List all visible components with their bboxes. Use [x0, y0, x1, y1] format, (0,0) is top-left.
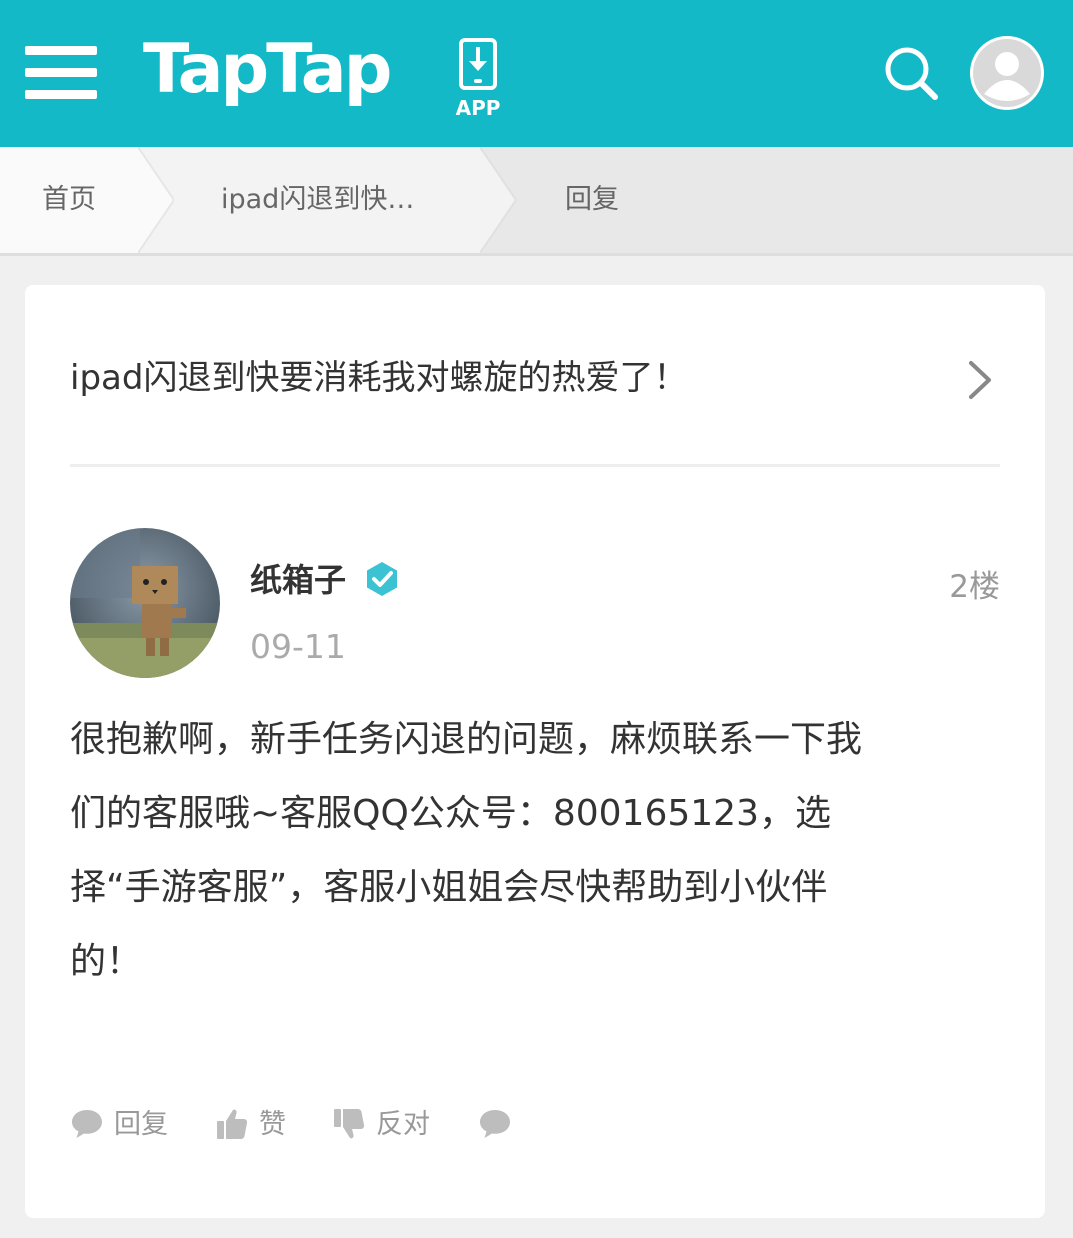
top-bar: TapTap APP: [0, 0, 1073, 147]
avatar-image: [70, 528, 220, 678]
comment-icon: [72, 1110, 102, 1138]
thumbs-up-icon: [217, 1109, 248, 1139]
dislike-label: 反对: [376, 1109, 430, 1140]
content-line: 很抱歉啊，新手任务闪退的问题，麻烦联系一下我: [70, 719, 863, 760]
content-line: 的！: [70, 941, 143, 982]
breadcrumb-separator: [480, 147, 516, 253]
like-button[interactable]: 赞: [215, 1095, 295, 1155]
phone-download-icon: [459, 38, 497, 90]
poster-username[interactable]: 纸箱子: [250, 555, 346, 601]
reply-button[interactable]: 回复: [70, 1095, 180, 1155]
breadcrumb: 回复 ipad闪退到快… 首页: [0, 147, 1073, 256]
divider: [70, 464, 1000, 467]
post-date: 09-11: [250, 627, 346, 666]
breadcrumb-home-label: 首页: [42, 184, 96, 215]
verified-badge-icon: [367, 562, 397, 596]
breadcrumb-separator: [138, 147, 174, 253]
app-label: APP: [455, 96, 501, 120]
content-line: 们的客服哦~客服QQ公众号：800165123，选: [70, 793, 831, 834]
taptap-logo[interactable]: TapTap: [143, 26, 392, 114]
breadcrumb-thread[interactable]: ipad闪退到快…: [138, 147, 480, 253]
breadcrumb-thread-label: ipad闪退到快…: [221, 184, 415, 215]
content-line: 择“手游客服”，客服小姐姐会尽快帮助到小伙伴: [70, 867, 828, 908]
breadcrumb-current: 回复: [480, 147, 1073, 253]
chevron-right-icon[interactable]: [967, 360, 993, 400]
app-download-button[interactable]: APP: [452, 38, 504, 122]
reply-card: ipad闪退到快要消耗我对螺旋的热爱了！ 纸箱子 2楼 09-11 很抱歉啊，新…: [25, 285, 1045, 1218]
poster-avatar[interactable]: [70, 528, 220, 678]
comment-button[interactable]: [478, 1095, 518, 1155]
reply-label: 回复: [114, 1109, 168, 1140]
search-icon[interactable]: [882, 44, 942, 104]
menu-icon[interactable]: [25, 46, 97, 100]
thread-title[interactable]: ipad闪退到快要消耗我对螺旋的热爱了！: [70, 345, 687, 411]
floor-number: 2楼: [949, 569, 1000, 605]
dislike-button[interactable]: 反对: [332, 1095, 442, 1155]
breadcrumb-home[interactable]: 首页: [0, 147, 138, 253]
comment-icon: [480, 1110, 510, 1138]
breadcrumb-current-label: 回复: [565, 184, 619, 215]
post-content: 很抱歉啊，新手任务闪退的问题，麻烦联系一下我 们的客服哦~客服QQ公众号：800…: [70, 703, 1000, 999]
like-label: 赞: [259, 1109, 286, 1140]
user-icon: [973, 39, 1041, 107]
thumbs-down-icon: [334, 1109, 365, 1139]
user-avatar-button[interactable]: [970, 36, 1044, 110]
